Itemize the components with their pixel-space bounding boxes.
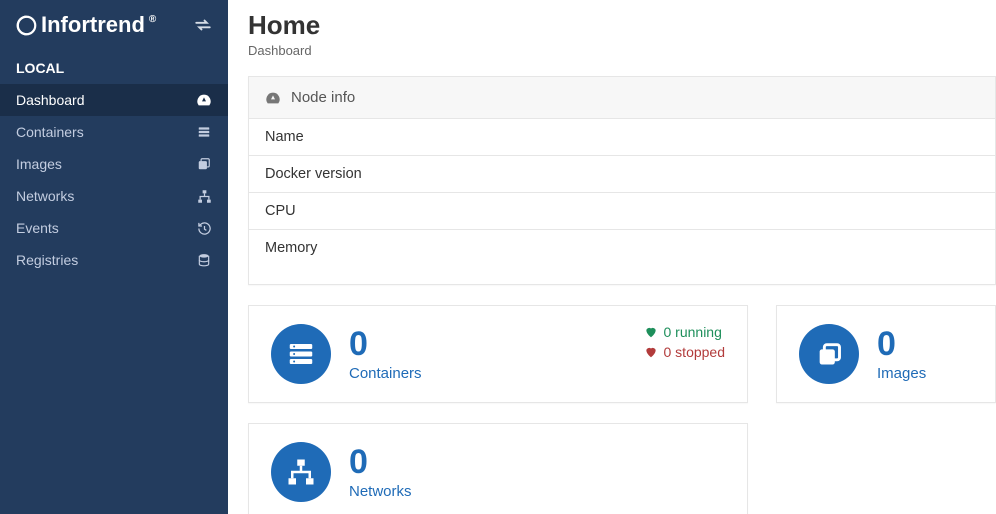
tile-label: Networks (349, 483, 412, 500)
sitemap-icon (271, 442, 331, 502)
tile-label: Containers (349, 365, 422, 382)
node-row-memory: Memory (249, 230, 995, 284)
sidebar-item-events[interactable]: Events (0, 212, 228, 244)
tile-count: 0 (877, 327, 926, 361)
sidebar-item-label: Networks (16, 188, 196, 204)
tile-networks[interactable]: 0 Networks (248, 423, 748, 514)
tachometer-icon (265, 90, 281, 106)
page-title: Home (248, 10, 996, 41)
sidebar-item-label: Registries (16, 252, 196, 268)
node-info-panel: Node info Name Docker version CPU Memory (248, 76, 996, 285)
sidebar-item-label: Containers (16, 124, 196, 140)
sidebar-item-containers[interactable]: Containers (0, 116, 228, 148)
sidebar-item-label: Events (16, 220, 196, 236)
status-stopped: 0 stopped (644, 344, 726, 360)
tile-containers[interactable]: 0 Containers 0 running 0 stopped (248, 305, 748, 403)
brand-icon (16, 15, 37, 36)
tile-images[interactable]: 0 Images (776, 305, 996, 403)
swap-icon[interactable] (194, 16, 212, 34)
database-icon (196, 252, 212, 268)
status-running: 0 running (644, 324, 726, 340)
node-row-name: Name (249, 119, 995, 156)
sidebar-item-dashboard[interactable]: Dashboard (0, 84, 228, 116)
heartbeat-icon (644, 345, 658, 359)
sidebar-item-registries[interactable]: Registries (0, 244, 228, 276)
clone-icon (799, 324, 859, 384)
server-icon (196, 124, 212, 140)
tachometer-icon (196, 92, 212, 108)
tile-count: 0 (349, 327, 422, 361)
sitemap-icon (196, 188, 212, 204)
history-icon (196, 220, 212, 236)
sidebar-section-local: LOCAL (0, 52, 228, 84)
brand-text: Infortrend (41, 12, 145, 38)
node-row-docker-version: Docker version (249, 156, 995, 193)
sidebar-item-images[interactable]: Images (0, 148, 228, 180)
tile-label: Images (877, 365, 926, 382)
heartbeat-icon (644, 325, 658, 339)
brand-logo: Infortrend® (16, 12, 156, 38)
sidebar-item-label: Images (16, 156, 196, 172)
breadcrumb: Dashboard (248, 43, 996, 58)
panel-title: Node info (291, 89, 355, 106)
sidebar-item-networks[interactable]: Networks (0, 180, 228, 212)
clone-icon (196, 156, 212, 172)
server-icon (271, 324, 331, 384)
sidebar-item-label: Dashboard (16, 92, 196, 108)
tile-count: 0 (349, 445, 412, 479)
node-row-cpu: CPU (249, 193, 995, 230)
